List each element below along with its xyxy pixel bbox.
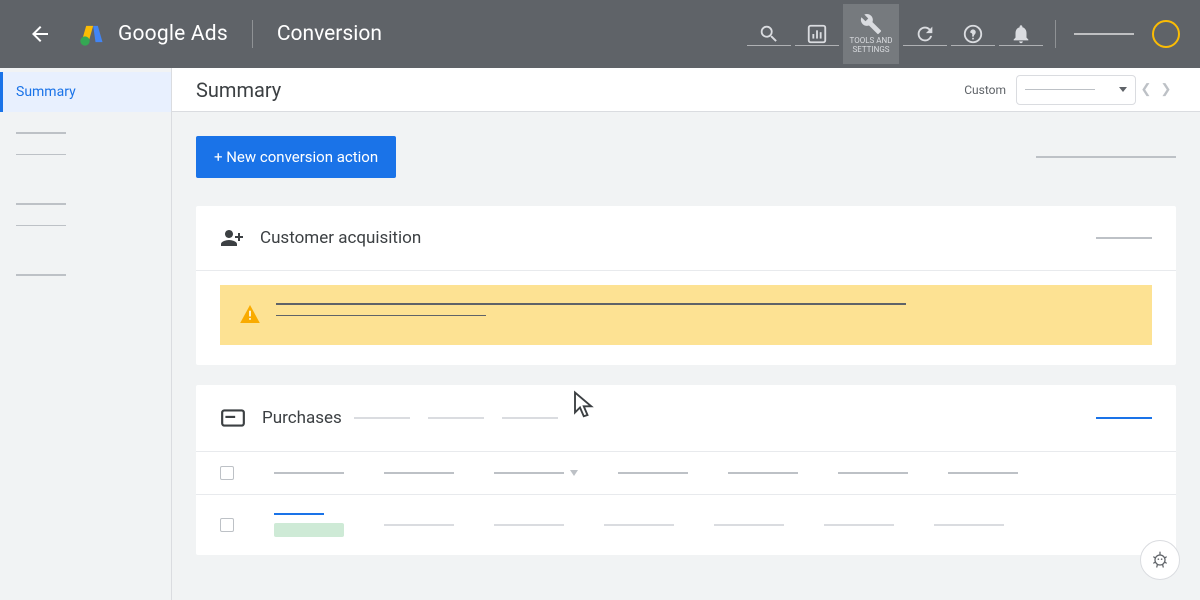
topbar-right-group [1055,20,1180,48]
cell-placeholder [604,524,674,526]
card-header: Customer acquisition [196,206,1176,271]
card-action-placeholder[interactable] [1096,237,1152,239]
help-icon [962,23,984,45]
date-prev-button[interactable]: ❮ [1136,82,1156,97]
sidebar-item-placeholder[interactable] [16,225,66,227]
date-range-label: Custom [964,83,1006,97]
tools-settings-label: TOOLS AND SETTINGS [843,37,899,55]
sidebar-item-placeholder[interactable] [16,154,66,156]
topbar-tools: TOOLS AND SETTINGS [747,4,1043,64]
search-icon [758,23,780,45]
feedback-button[interactable] [1140,540,1180,580]
column-header-placeholder[interactable] [274,472,344,474]
bell-icon [1010,23,1032,45]
status-badge [274,523,344,537]
warning-icon [240,305,260,327]
cell-placeholder [384,524,454,526]
customer-acquisition-card: Customer acquisition [196,206,1176,365]
content-area: + New conversion action Customer acquisi… [172,112,1200,600]
cell-placeholder [824,524,894,526]
topbar: Google Ads Conversion TOOLS AND SETTINGS [0,0,1200,68]
card-sublabel-placeholder [354,417,410,419]
table-row[interactable] [196,495,1176,555]
notifications-button[interactable] [999,4,1043,64]
column-header-placeholder[interactable] [618,472,688,474]
page-title: Summary [196,78,281,102]
secondary-link-placeholder[interactable] [1036,156,1176,158]
table-header-row [196,452,1176,495]
purchases-card: Purchases [196,385,1176,555]
column-header-placeholder[interactable] [838,472,908,474]
card-sublabel-placeholder [428,417,484,419]
card-header: Purchases [196,385,1176,452]
cell-placeholder [494,524,564,526]
page-breadcrumb: Conversion [277,22,382,46]
sidebar: Summary [0,68,172,600]
topbar-divider [252,20,253,48]
card-title: Customer acquisition [260,228,421,248]
date-range-picker[interactable] [1016,75,1136,105]
column-header-placeholder[interactable] [384,472,454,474]
refresh-icon [914,23,936,45]
brand-text: Google Ads [118,22,228,46]
cell-placeholder [934,524,1004,526]
account-placeholder[interactable] [1074,33,1134,35]
sidebar-item-summary[interactable]: Summary [0,72,171,112]
wrench-icon [860,13,882,35]
row-checkbox[interactable] [220,518,234,532]
column-header-placeholder[interactable] [728,472,798,474]
new-conversion-action-button[interactable]: + New conversion action [196,136,396,178]
reports-button[interactable] [795,4,839,64]
credit-card-icon [220,405,246,431]
alert-container [196,271,1176,365]
chevron-down-icon [1119,87,1127,92]
reports-icon [806,23,828,45]
sidebar-item-placeholder[interactable] [16,132,66,134]
warning-alert [220,285,1152,345]
card-action-link[interactable] [1096,417,1152,419]
avatar[interactable] [1152,20,1180,48]
sidebar-item-placeholder[interactable] [16,274,66,276]
help-button[interactable] [951,4,995,64]
cell-link-placeholder[interactable] [274,513,324,515]
card-sublabel-placeholder [502,417,558,419]
select-all-checkbox[interactable] [220,466,234,480]
search-button[interactable] [747,4,791,64]
sortable-column-header[interactable] [494,470,578,476]
brand-group[interactable]: Google Ads [78,20,228,48]
column-header-placeholder[interactable] [948,472,1018,474]
card-title: Purchases [262,408,342,428]
topbar-divider-2 [1055,20,1056,48]
person-add-icon [220,226,244,250]
bug-icon [1150,550,1170,570]
date-next-button[interactable]: ❯ [1156,82,1176,97]
google-ads-logo-icon [78,20,106,48]
tools-settings-button[interactable]: TOOLS AND SETTINGS [843,4,899,64]
sidebar-item-placeholder[interactable] [16,203,66,205]
sort-desc-icon [570,470,578,476]
refresh-button[interactable] [903,4,947,64]
alert-text-placeholder [276,303,1132,316]
date-value-placeholder [1025,89,1095,91]
back-arrow-icon[interactable] [20,14,60,54]
cell-placeholder [714,524,784,526]
main-panel: Summary Custom ❮ ❯ + New conversion acti… [172,68,1200,600]
main-header: Summary Custom ❮ ❯ [172,68,1200,112]
